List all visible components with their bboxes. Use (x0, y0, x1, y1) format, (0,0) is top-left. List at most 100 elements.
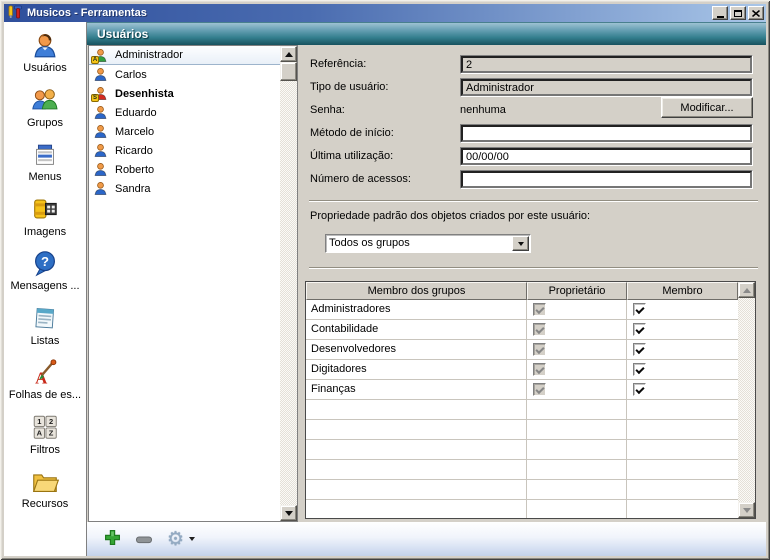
panel-header: Usuários (87, 22, 766, 45)
proprietario-checkbox (533, 383, 546, 396)
default-property-select[interactable]: Todos os grupos (325, 234, 531, 253)
metodo-inicio-input[interactable] (461, 125, 752, 142)
table-row[interactable]: Finanças (306, 380, 738, 400)
scroll-down-button[interactable] (280, 505, 297, 521)
scroll-down-button[interactable] (738, 502, 755, 518)
table-row[interactable]: Digitadores (306, 360, 738, 380)
field-row-tipo: Tipo de usuário: (304, 78, 766, 97)
user-list-item[interactable]: Eduardo (89, 103, 280, 122)
arrow-up-icon (743, 288, 751, 293)
maximize-button[interactable] (730, 6, 746, 20)
remove-button[interactable] (136, 532, 152, 547)
user-icon (30, 29, 60, 62)
user-icon (93, 124, 108, 139)
group-name-cell (306, 440, 527, 459)
filter-keys-icon: 12AZ (30, 411, 60, 444)
referencia-field[interactable] (461, 56, 752, 73)
sidebar-item-imagens[interactable]: Imagens (4, 193, 86, 248)
sidebar-item-folhas[interactable]: AFolhas de es... (4, 356, 86, 411)
close-button[interactable] (748, 6, 764, 20)
numero-acessos-label: Número de acessos: (310, 170, 460, 189)
user-list-item[interactable]: Ricardo (89, 141, 280, 160)
column-header-0[interactable]: Membro dos grupos (306, 282, 527, 300)
group-name-cell (306, 400, 527, 419)
divider (309, 267, 758, 269)
sidebar-item-label: Imagens (24, 226, 66, 238)
minimize-icon (717, 16, 724, 18)
svg-text:?: ? (41, 253, 49, 268)
divider (309, 200, 758, 202)
scroll-thumb[interactable] (280, 62, 297, 81)
table-row[interactable]: Desenvolvedores (306, 340, 738, 360)
sidebar-item-mensagens[interactable]: ? Mensagens ... (4, 247, 86, 302)
field-row-referencia: Referência: (304, 55, 766, 74)
tipo-usuario-field[interactable] (461, 79, 752, 96)
chevron-down-icon[interactable] (512, 236, 529, 251)
membro-checkbox[interactable] (633, 343, 646, 356)
user-name: Ricardo (115, 145, 153, 157)
membro-checkbox[interactable] (633, 363, 646, 376)
minimize-button[interactable] (712, 6, 728, 20)
svg-text:A: A (37, 429, 43, 438)
group-icon (30, 84, 60, 117)
scroll-track[interactable] (280, 81, 297, 505)
user-badge: A (91, 56, 99, 64)
user-list-item[interactable]: SDesenhista (89, 84, 280, 103)
ultima-utilizacao-input[interactable] (461, 148, 752, 165)
question-balloon-icon: ? (30, 247, 60, 280)
scroll-up-button[interactable] (738, 282, 755, 298)
add-button[interactable] (104, 529, 121, 549)
user-list: AAdministrador Carlos SDesenhista Eduardo Ma… (88, 45, 298, 522)
titlebar[interactable]: Musicos - Ferramentas (4, 4, 766, 22)
stylesheet-icon: A (30, 356, 60, 389)
user-list-item[interactable]: Roberto (89, 160, 280, 179)
user-icon (93, 143, 108, 158)
sidebar-item-filtros[interactable]: 12AZFiltros (4, 411, 86, 466)
svg-text:2: 2 (49, 417, 53, 426)
membro-checkbox[interactable] (633, 383, 646, 396)
sidebar-item-label: Mensagens ... (10, 280, 79, 292)
senha-label: Senha: (310, 101, 460, 120)
arrow-down-icon (743, 508, 751, 513)
scroll-up-button[interactable] (280, 46, 297, 62)
menu-icon (30, 138, 60, 171)
sidebar-item-menus[interactable]: Menus (4, 138, 86, 193)
svg-text:1: 1 (37, 417, 41, 426)
settings-button[interactable]: ⚙ (167, 530, 195, 549)
table-row (306, 500, 738, 518)
numero-acessos-input[interactable] (461, 171, 752, 188)
groups-table-scrollbar[interactable] (738, 282, 755, 518)
user-list-item[interactable]: Carlos (89, 65, 280, 84)
default-property-value: Todos os grupos (329, 237, 511, 249)
window-title: Musicos - Ferramentas (27, 7, 712, 19)
proprietario-checkbox (533, 363, 546, 376)
sidebar-item-listas[interactable]: Listas (4, 302, 86, 357)
sidebar-item-usuarios[interactable]: Usuários (4, 29, 86, 84)
user-list-item[interactable]: AAdministrador (89, 46, 280, 65)
user-name: Eduardo (115, 107, 157, 119)
modificar-button[interactable]: Modificar... (661, 97, 753, 118)
user-name: Carlos (115, 69, 147, 81)
table-row (306, 480, 738, 500)
user-list-scrollbar[interactable] (280, 46, 297, 521)
bottom-toolbar: ⚙ (87, 522, 766, 556)
user-list-item[interactable]: Marcelo (89, 122, 280, 141)
group-name-cell (306, 460, 527, 479)
ultima-utilizacao-label: Última utilização: (310, 147, 460, 166)
folder-icon (30, 465, 60, 498)
scroll-track[interactable] (738, 298, 755, 502)
column-header-2[interactable]: Membro (627, 282, 738, 300)
table-row[interactable]: Administradores (306, 300, 738, 320)
sidebar-item-recursos[interactable]: Recursos (4, 465, 86, 520)
user-icon (93, 67, 108, 82)
proprietario-checkbox (533, 303, 546, 316)
referencia-label: Referência: (310, 55, 460, 74)
sidebar-item-grupos[interactable]: Grupos (4, 84, 86, 139)
column-header-1[interactable]: Proprietário (527, 282, 627, 300)
remove-icon (136, 532, 152, 547)
membro-checkbox[interactable] (633, 303, 646, 316)
table-row[interactable]: Contabilidade (306, 320, 738, 340)
group-name-cell (306, 420, 527, 439)
user-list-item[interactable]: Sandra (89, 179, 280, 198)
membro-checkbox[interactable] (633, 323, 646, 336)
